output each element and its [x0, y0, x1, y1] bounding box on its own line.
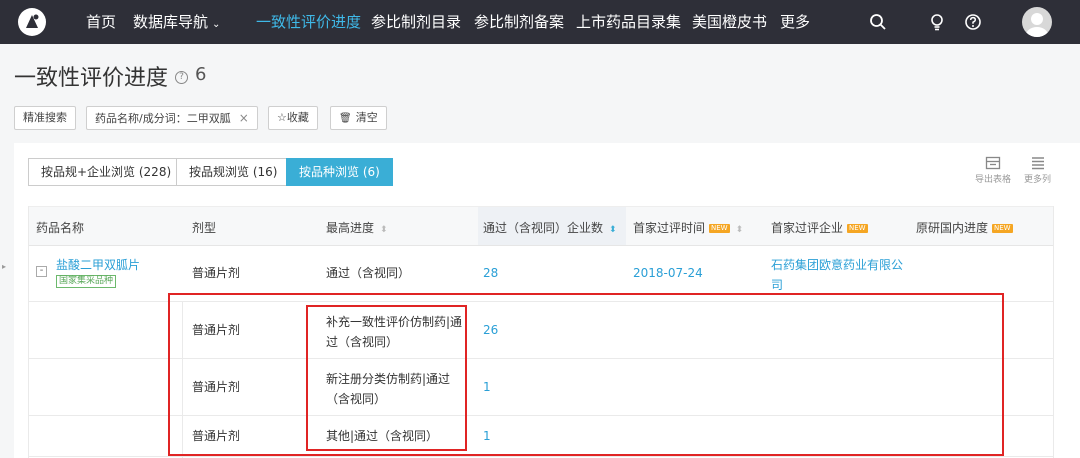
nav-reference-catalog[interactable]: 参比制剂目录 — [371, 0, 461, 44]
col-passed-count[interactable]: 通过（含视同）企业数 ⬍ — [483, 219, 617, 236]
col-highest-progress-label: 最高进度 — [326, 221, 375, 235]
search-icon[interactable] — [868, 12, 888, 32]
export-table-button[interactable]: 导出表格 — [975, 156, 1011, 185]
table-icon — [985, 156, 1001, 170]
more-columns-button[interactable]: 更多列 — [1024, 156, 1051, 185]
nav-home[interactable]: 首页 — [86, 0, 116, 44]
col-highest-progress[interactable]: 最高进度 ⬍ — [326, 219, 388, 236]
table-left-border — [28, 206, 29, 458]
national-procurement-tag: 国家集采品种 — [56, 275, 117, 288]
nav-reference-filing[interactable]: 参比制剂备案 — [474, 0, 564, 44]
precise-search-button[interactable]: 精准搜索 — [14, 106, 76, 130]
col-first-pass-date-label: 首家过评时间 — [633, 221, 706, 235]
sort-icon[interactable]: ⬍ — [609, 225, 617, 235]
first-pass-company-link[interactable]: 石药集团欧意药业有限公 司 — [771, 255, 903, 295]
new-badge: NEW — [709, 224, 730, 233]
clear-button[interactable]: 🗑 清空 — [330, 106, 387, 130]
col-originator-progress-label: 原研国内进度 — [916, 221, 989, 235]
company-line: 司 — [771, 278, 784, 292]
keyword-filter-chip: 药品名称/成分词：二甲双胍 × — [86, 106, 258, 130]
help-icon[interactable] — [963, 12, 983, 32]
drug-name-link[interactable]: 盐酸二甲双胍片 — [56, 255, 140, 275]
highlight-box — [306, 305, 467, 451]
keyword-filter-label: 药品名称/成分词：二甲双胍 — [95, 112, 231, 125]
col-first-pass-company-label: 首家过评企业 — [771, 221, 844, 235]
user-avatar[interactable] — [1022, 7, 1052, 37]
nav-consistency-progress[interactable]: 一致性评价进度 — [256, 0, 361, 44]
tab-spec-company[interactable]: 按品规+企业浏览 (228) — [28, 158, 185, 186]
site-logo-icon[interactable] — [18, 8, 46, 36]
dosage-form: 普通片剂 — [192, 266, 241, 280]
passed-count-link[interactable]: 28 — [483, 263, 498, 283]
close-icon[interactable]: × — [239, 111, 249, 125]
chevron-down-icon: ⌄ — [212, 19, 221, 30]
nav-database-label: 数据库导航 — [133, 13, 209, 31]
col-drug-name: 药品名称 — [36, 221, 85, 235]
nav-marketed-drug-list[interactable]: 上市药品目录集 — [576, 0, 681, 44]
page-title: 一致性评价进度 — [14, 66, 169, 91]
first-pass-date[interactable]: 2018-07-24 — [633, 263, 703, 283]
col-first-pass-company: 首家过评企业 NEW — [771, 219, 868, 236]
highest-progress: 通过（含视同） — [326, 266, 411, 280]
col-passed-count-label: 通过（含视同）企业数 — [483, 221, 604, 235]
sort-icon[interactable]: ⬍ — [736, 225, 744, 235]
tab-variety[interactable]: 按品种浏览 (6) — [286, 158, 393, 186]
col-first-pass-date[interactable]: 首家过评时间 NEW ⬍ — [633, 219, 743, 236]
new-badge: NEW — [992, 224, 1013, 233]
col-dosage-form: 剂型 — [192, 221, 217, 235]
help-icon[interactable]: ? — [175, 71, 188, 84]
company-line: 石药集团欧意药业有限公 — [771, 258, 904, 272]
export-table-label: 导出表格 — [975, 175, 1012, 185]
bulb-icon[interactable] — [927, 12, 947, 32]
result-count: 6 — [195, 64, 207, 85]
new-badge: NEW — [847, 224, 868, 233]
nav-more[interactable]: 更多 — [780, 0, 810, 44]
nav-database-menu[interactable]: 数据库导航 ⌄ — [133, 0, 220, 44]
table-right-border — [1053, 206, 1054, 458]
top-navigation-bar: 首页 数据库导航 ⌄ 一致性评价进度 参比制剂目录 参比制剂备案 上市药品目录集 … — [0, 0, 1080, 44]
collapse-toggle[interactable]: - — [36, 266, 47, 277]
favorite-button[interactable]: ☆收藏 — [268, 106, 318, 130]
trash-icon: 🗑 — [339, 113, 352, 124]
clear-label: 清空 — [355, 111, 378, 124]
more-columns-label: 更多列 — [1024, 175, 1052, 185]
highlight-box — [168, 293, 1004, 456]
sort-icon[interactable]: ⬍ — [380, 225, 388, 235]
tab-spec[interactable]: 按品规浏览 (16) — [176, 158, 291, 186]
expand-sidebar-arrow-icon[interactable]: ▸ — [2, 262, 6, 271]
nav-orange-book[interactable]: 美国橙皮书 — [692, 0, 767, 44]
user-icon — [1026, 13, 1048, 37]
col-originator-progress: 原研国内进度 NEW — [916, 219, 1013, 236]
list-icon — [1031, 157, 1044, 170]
